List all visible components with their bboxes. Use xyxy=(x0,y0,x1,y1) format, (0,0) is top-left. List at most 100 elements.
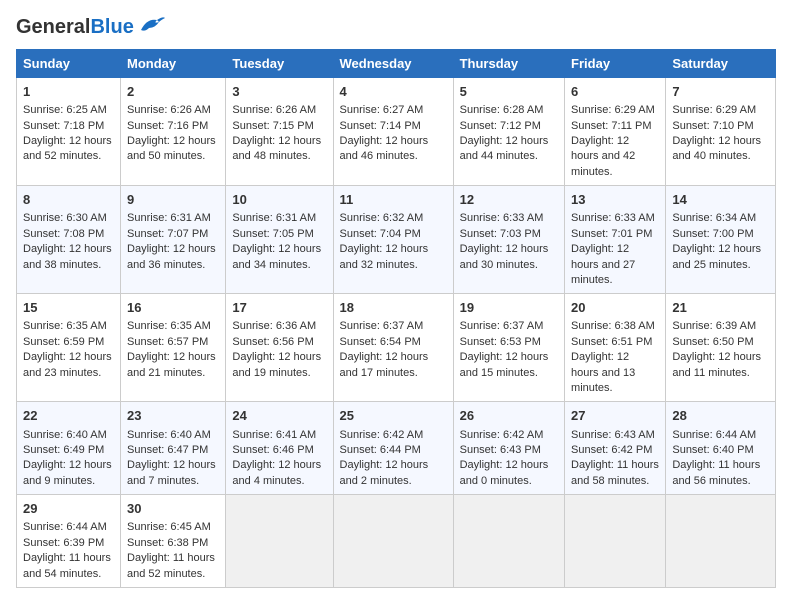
week-row-3: 15Sunrise: 6:35 AMSunset: 6:59 PMDayligh… xyxy=(17,294,776,402)
calendar-cell: 14Sunrise: 6:34 AMSunset: 7:00 PMDayligh… xyxy=(666,186,776,294)
logo: GeneralBlue xyxy=(16,16,165,39)
day-info: Sunrise: 6:39 AM xyxy=(672,319,769,334)
calendar-cell: 25Sunrise: 6:42 AMSunset: 6:44 PMDayligh… xyxy=(333,402,453,495)
day-info: Daylight: 12 hours and 42 minutes. xyxy=(571,134,659,180)
day-info: Sunset: 6:49 PM xyxy=(23,443,114,458)
day-number: 1 xyxy=(23,83,114,101)
day-info: Sunrise: 6:38 AM xyxy=(571,319,659,334)
day-number: 7 xyxy=(672,83,769,101)
day-info: Sunset: 7:05 PM xyxy=(232,227,326,242)
day-info: Sunset: 6:57 PM xyxy=(127,335,219,350)
day-info: Sunset: 7:12 PM xyxy=(460,119,558,134)
day-info: Sunset: 6:46 PM xyxy=(232,443,326,458)
day-info: Daylight: 11 hours and 52 minutes. xyxy=(127,551,219,582)
calendar-cell: 2Sunrise: 6:26 AMSunset: 7:16 PMDaylight… xyxy=(121,78,226,186)
day-info: Daylight: 12 hours and 52 minutes. xyxy=(23,134,114,165)
day-info: Sunset: 6:50 PM xyxy=(672,335,769,350)
day-info: Sunset: 7:04 PM xyxy=(340,227,447,242)
day-info: Sunrise: 6:32 AM xyxy=(340,211,447,226)
day-info: Daylight: 12 hours and 46 minutes. xyxy=(340,134,447,165)
calendar-cell: 30Sunrise: 6:45 AMSunset: 6:38 PMDayligh… xyxy=(121,495,226,588)
day-info: Daylight: 12 hours and 36 minutes. xyxy=(127,242,219,273)
calendar-cell: 24Sunrise: 6:41 AMSunset: 6:46 PMDayligh… xyxy=(226,402,333,495)
calendar-cell: 11Sunrise: 6:32 AMSunset: 7:04 PMDayligh… xyxy=(333,186,453,294)
day-number: 12 xyxy=(460,191,558,209)
day-info: Sunrise: 6:25 AM xyxy=(23,103,114,118)
day-info: Sunset: 6:39 PM xyxy=(23,536,114,551)
day-info: Sunset: 6:44 PM xyxy=(340,443,447,458)
day-info: Daylight: 12 hours and 17 minutes. xyxy=(340,350,447,381)
day-info: Sunset: 6:56 PM xyxy=(232,335,326,350)
day-number: 21 xyxy=(672,299,769,317)
day-info: Sunrise: 6:45 AM xyxy=(127,520,219,535)
day-info: Sunrise: 6:44 AM xyxy=(23,520,114,535)
day-info: Sunset: 7:14 PM xyxy=(340,119,447,134)
day-info: Sunrise: 6:40 AM xyxy=(23,428,114,443)
day-info: Sunrise: 6:29 AM xyxy=(672,103,769,118)
day-info: Daylight: 12 hours and 44 minutes. xyxy=(460,134,558,165)
day-number: 24 xyxy=(232,407,326,425)
day-info: Daylight: 12 hours and 27 minutes. xyxy=(571,242,659,288)
calendar-cell: 10Sunrise: 6:31 AMSunset: 7:05 PMDayligh… xyxy=(226,186,333,294)
calendar-cell: 26 Sunrise: 6:42 AMSunset: 6:43 PMDayligh… xyxy=(453,402,564,495)
day-number: 17 xyxy=(232,299,326,317)
day-info: Daylight: 12 hours and 34 minutes. xyxy=(232,242,326,273)
calendar-cell: 8Sunrise: 6:30 AMSunset: 7:08 PMDaylight… xyxy=(17,186,121,294)
week-row-5: 29 Sunrise: 6:44 AMSunset: 6:39 PM Dayligh… xyxy=(17,495,776,588)
day-number: 28 xyxy=(672,407,769,425)
day-info: Sunrise: 6:29 AM xyxy=(571,103,659,118)
calendar-cell: 19Sunrise: 6:37 AMSunset: 6:53 PMDayligh… xyxy=(453,294,564,402)
week-row-2: 8Sunrise: 6:30 AMSunset: 7:08 PMDaylight… xyxy=(17,186,776,294)
calendar-cell xyxy=(666,495,776,588)
day-info: Sunrise: 6:36 AM xyxy=(232,319,326,334)
calendar-cell: 4Sunrise: 6:27 AMSunset: 7:14 PMDaylight… xyxy=(333,78,453,186)
day-info: Sunset: 6:54 PM xyxy=(340,335,447,350)
day-info: Daylight: 12 hours and 7 minutes. xyxy=(127,458,219,489)
day-number: 8 xyxy=(23,191,114,209)
day-info: Sunset: 6:43 PM xyxy=(460,443,558,458)
day-number: 4 xyxy=(340,83,447,101)
day-number: 30 xyxy=(127,500,219,518)
day-number: 6 xyxy=(571,83,659,101)
day-number: 27 xyxy=(571,407,659,425)
day-header-saturday: Saturday xyxy=(666,50,776,78)
day-info: Daylight: 12 hours and 0 minutes. xyxy=(460,458,558,489)
day-info: Sunrise: 6:33 AM xyxy=(460,211,558,226)
day-number: 2 xyxy=(127,83,219,101)
day-info: Sunrise: 6:30 AM xyxy=(23,211,114,226)
day-info: Sunset: 7:00 PM xyxy=(672,227,769,242)
day-number: 10 xyxy=(232,191,326,209)
day-number: 23 xyxy=(127,407,219,425)
day-info: Daylight: 12 hours and 15 minutes. xyxy=(460,350,558,381)
calendar-cell: 21 Sunrise: 6:39 AMSunset: 6:50 PMDayligh… xyxy=(666,294,776,402)
calendar-cell: 12 Sunrise: 6:33 AMSunset: 7:03 PMDayligh… xyxy=(453,186,564,294)
day-info: Sunrise: 6:37 AM xyxy=(460,319,558,334)
calendar-cell: 27Sunrise: 6:43 AMSunset: 6:42 PMDayligh… xyxy=(565,402,666,495)
calendar-cell: 9Sunrise: 6:31 AMSunset: 7:07 PMDaylight… xyxy=(121,186,226,294)
calendar-cell: 28Sunrise: 6:44 AMSunset: 6:40 PMDayligh… xyxy=(666,402,776,495)
day-header-tuesday: Tuesday xyxy=(226,50,333,78)
day-info: Daylight: 12 hours and 11 minutes. xyxy=(672,350,769,381)
day-info: Sunset: 7:03 PM xyxy=(460,227,558,242)
day-number: 9 xyxy=(127,191,219,209)
day-header-sunday: Sunday xyxy=(17,50,121,78)
calendar-table: SundayMondayTuesdayWednesdayThursdayFrid… xyxy=(16,49,776,588)
day-info: Sunrise: 6:42 AM xyxy=(460,428,558,443)
day-number: 26 xyxy=(460,407,558,425)
day-header-friday: Friday xyxy=(565,50,666,78)
calendar-cell: 29Sunrise: 6:44 AMSunset: 6:39 PMDayligh… xyxy=(17,495,121,588)
header-row: SundayMondayTuesdayWednesdayThursdayFrid… xyxy=(17,50,776,78)
day-number: 18 xyxy=(340,299,447,317)
calendar-cell: 17Sunrise: 6:36 AMSunset: 6:56 PMDayligh… xyxy=(226,294,333,402)
calendar-cell: 18 Sunrise: 6:37 AMSunset: 6:54 PMDayligh… xyxy=(333,294,453,402)
day-info: Sunrise: 6:37 AM xyxy=(340,319,447,334)
day-info: Sunset: 7:10 PM xyxy=(672,119,769,134)
day-info: Daylight: 12 hours and 30 minutes. xyxy=(460,242,558,273)
day-number: 29 xyxy=(23,500,114,518)
day-info: Sunset: 6:53 PM xyxy=(460,335,558,350)
day-info: Daylight: 12 hours and 2 minutes. xyxy=(340,458,447,489)
day-info: Sunrise: 6:40 AM xyxy=(127,428,219,443)
page-header: GeneralBlue xyxy=(16,16,776,39)
calendar-cell: 16Sunrise: 6:35 AMSunset: 6:57 PMDayligh… xyxy=(121,294,226,402)
day-info: Sunset: 6:59 PM xyxy=(23,335,114,350)
